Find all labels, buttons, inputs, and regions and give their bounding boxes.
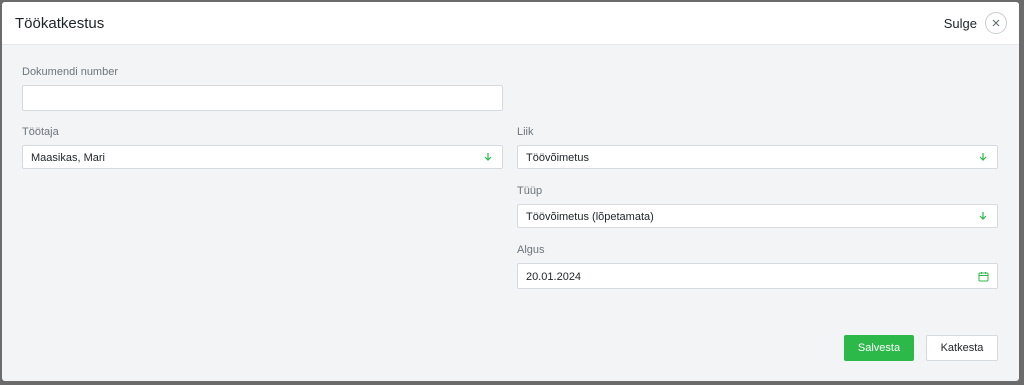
save-button[interactable]: Salvesta	[844, 335, 914, 361]
start-date-value: 20.01.2024	[526, 271, 582, 283]
start-date-field[interactable]: 20.01.2024	[517, 263, 998, 289]
cancel-button[interactable]: Katkesta	[926, 335, 998, 361]
document-number-label: Dokumendi number	[22, 66, 118, 78]
close-icon[interactable]	[985, 12, 1007, 34]
dialog-title: Töökatkestus	[15, 15, 105, 32]
kind-select[interactable]: Töövõimetus	[517, 145, 998, 169]
chevron-down-icon[interactable]	[482, 151, 494, 163]
document-number-field[interactable]	[22, 85, 503, 111]
type-label: Tüüp	[517, 185, 543, 197]
calendar-icon[interactable]	[977, 270, 989, 282]
kind-value: Töövõimetus	[526, 152, 589, 164]
close-button[interactable]: Sulge	[944, 12, 1007, 34]
dialog: Töökatkestus Sulge Dokumendi number Tööt…	[2, 2, 1019, 381]
kind-label: Liik	[517, 126, 534, 138]
chevron-down-icon[interactable]	[977, 151, 989, 163]
dialog-header: Töökatkestus Sulge	[2, 2, 1019, 45]
close-label: Sulge	[943, 15, 977, 31]
chevron-down-icon[interactable]	[977, 210, 989, 222]
start-label: Algus	[517, 244, 545, 256]
employee-value: Maasikas, Mari	[31, 152, 105, 164]
employee-select[interactable]: Maasikas, Mari	[22, 145, 503, 169]
type-select[interactable]: Töövõimetus (lõpetamata)	[517, 204, 998, 228]
type-value: Töövõimetus (lõpetamata)	[526, 211, 654, 223]
document-number-input[interactable]	[23, 86, 502, 110]
employee-label: Töötaja	[22, 126, 59, 138]
